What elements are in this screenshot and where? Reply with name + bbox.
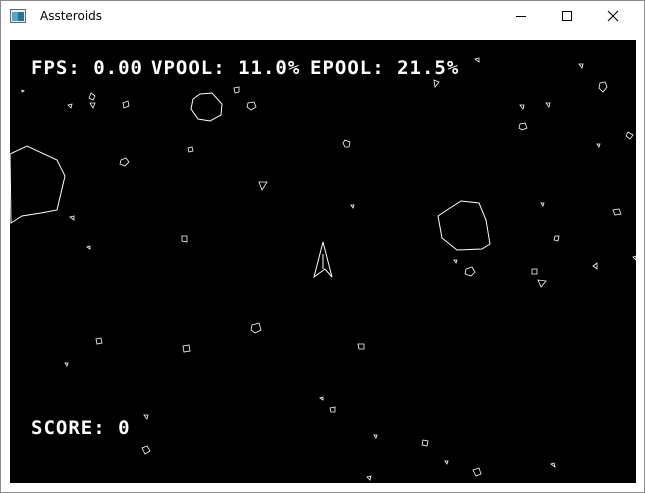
maximize-icon	[562, 11, 572, 21]
debris-piece	[550, 462, 556, 468]
debris-piece	[632, 255, 636, 261]
debris-piece	[88, 92, 96, 101]
debris-piece	[592, 262, 598, 270]
asteroid-large	[10, 145, 66, 224]
debris-piece	[143, 414, 149, 420]
debris-piece	[69, 215, 75, 221]
debris-piece	[86, 245, 91, 250]
debris-piece	[518, 122, 528, 131]
debris-piece	[89, 102, 96, 109]
app-window-icon	[10, 9, 26, 23]
debris-piece	[519, 104, 525, 110]
debris-piece	[246, 101, 257, 111]
debris-piece	[540, 202, 545, 207]
debris-piece	[141, 445, 151, 455]
asteroid-large	[437, 200, 491, 251]
debris-piece	[421, 439, 429, 447]
debris-piece	[625, 131, 634, 140]
minimize-button[interactable]	[498, 1, 544, 31]
game-canvas[interactable]: FPS: 0.00 VPOOL: 11.0% EPOOL: 21.5% SCOR…	[10, 40, 636, 483]
title-bar[interactable]: Assteroids	[1, 1, 644, 31]
epool-readout: EPOOL: 21.5%	[310, 57, 460, 79]
debris-piece	[342, 139, 351, 148]
game-window: Assteroids FPS: 0.00 VPOOL: 11.0% EPOOL:…	[0, 0, 645, 493]
debris-piece	[319, 396, 324, 401]
debris-piece	[233, 86, 240, 94]
debris-piece	[596, 143, 601, 148]
debris-piece	[531, 268, 538, 275]
asteroid-medium	[190, 92, 223, 122]
debris-piece	[612, 208, 622, 216]
debris-piece	[67, 103, 73, 109]
debris-piece	[250, 322, 262, 334]
debris-piece	[578, 63, 584, 69]
debris-piece	[187, 146, 194, 153]
debris-piece	[181, 235, 188, 243]
debris-piece	[122, 100, 130, 109]
vpool-readout: VPOOL: 11.0%	[151, 57, 301, 79]
debris-piece	[474, 57, 480, 63]
debris-piece	[366, 475, 372, 481]
fps-readout: FPS: 0.00	[31, 57, 143, 79]
maximize-button[interactable]	[544, 1, 590, 31]
score-readout: SCORE: 0	[31, 417, 131, 439]
debris-piece	[598, 81, 608, 93]
window-title: Assteroids	[40, 9, 103, 23]
debris-piece	[453, 259, 458, 264]
close-icon	[607, 10, 619, 22]
debris-piece	[64, 362, 69, 367]
debris-piece	[433, 79, 440, 88]
debris-piece	[444, 460, 449, 465]
debris-piece	[258, 181, 268, 191]
debris-piece	[350, 204, 355, 209]
debris-piece	[357, 343, 365, 350]
debris-piece	[537, 279, 547, 288]
debris-piece	[119, 157, 130, 167]
debris-piece	[21, 89, 25, 93]
debris-piece	[329, 406, 336, 413]
debris-piece	[464, 266, 476, 277]
close-button[interactable]	[590, 1, 636, 31]
debris-piece	[182, 344, 191, 353]
debris-piece	[95, 337, 103, 345]
minimize-icon	[516, 16, 526, 17]
debris-piece	[553, 235, 560, 242]
debris-piece	[472, 467, 482, 477]
debris-piece	[545, 102, 551, 108]
debris-piece	[373, 434, 378, 439]
